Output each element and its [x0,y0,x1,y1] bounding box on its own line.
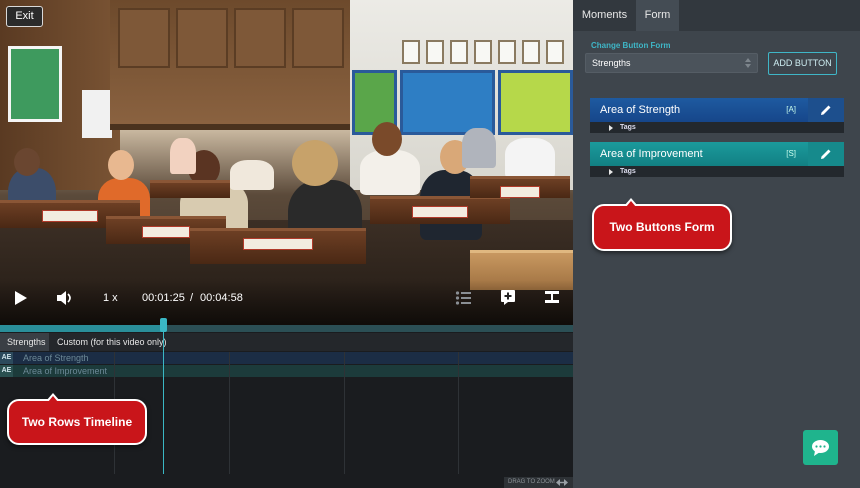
scene-desk-nametag [142,226,190,238]
change-form-label: Change Button Form [591,41,671,50]
play-icon[interactable] [14,290,28,306]
tab-form[interactable]: Form [636,0,679,31]
row-badge: AE [0,352,13,364]
time-current: 00:01:25 [142,292,185,304]
scene-desk-nametag [42,210,98,222]
shortcut-key: [A] [786,105,796,114]
scene-poster [8,46,62,122]
grid-line [458,352,459,474]
volume-icon[interactable] [56,290,74,306]
callout-text: Two Rows Timeline [21,415,133,429]
form-button-label: Area of Strength [600,104,681,116]
zoom-label: DRAG TO ZOOM [508,479,555,485]
scene-frame [546,40,564,64]
scene-frame [474,40,492,64]
zoom-arrows-icon [556,479,568,486]
grid-line [229,352,230,474]
progress-fill [0,325,164,332]
row-label: Area of Improvement [23,366,108,376]
edit-icon [821,149,831,159]
select-arrows-icon [745,58,751,68]
form-button-improvement[interactable]: Area of Improvement [S] [590,142,844,166]
caret-right-icon [609,125,613,131]
add-moment-icon[interactable] [500,289,516,305]
playhead-line [163,332,165,474]
tags-label: Tags [620,168,636,175]
timeline-tab-strengths[interactable]: Strengths [0,333,49,351]
grid-line [344,352,345,474]
scene-desk-nametag [500,186,540,198]
scene-board [498,70,573,135]
exit-button[interactable]: Exit [6,6,43,27]
progress-track[interactable] [0,325,573,332]
scene-desk-nametag [242,238,314,250]
scene-student [462,128,496,168]
timeline-row-strength[interactable]: AE Area of Strength [0,352,573,364]
scene-frame [498,40,516,64]
form-select[interactable]: Strengths [585,53,758,73]
edit-button[interactable] [808,142,844,166]
timeline-tab-custom[interactable]: Custom (for this video only) [50,333,174,351]
edit-button[interactable] [808,98,844,122]
scene-cabinet [110,0,350,130]
scene-cabinet-door [176,8,228,68]
scene-student [170,138,196,174]
edit-icon [821,105,831,115]
row-label: Area of Strength [23,353,89,363]
scene-frame [450,40,468,64]
scene-frame [426,40,444,64]
scene-student [505,138,555,178]
scene-desk [190,228,366,264]
add-button[interactable]: ADD BUTTON [768,52,837,75]
scene-student [230,160,274,190]
row-badge: AE [0,365,13,377]
callout-text: Two Buttons Form [609,220,715,234]
video-player[interactable]: Exit 1 x 00:01:25 / 00:04:58 [0,0,573,325]
scene-student [360,150,420,195]
scene-board [400,70,495,135]
scene-student-head [292,140,338,186]
caret-right-icon [609,169,613,175]
tags-label: Tags [620,124,636,131]
scene-frame [402,40,420,64]
scene-desk [470,176,570,198]
callout-tail [626,201,636,207]
chat-button[interactable] [803,430,838,465]
tags-toggle[interactable]: Tags [590,166,844,177]
scene-student-head [14,148,40,176]
time-separator: / [190,292,194,304]
split-icon[interactable] [544,289,560,305]
tab-moments[interactable]: Moments [573,0,636,31]
panel-tabs: Moments Form [573,0,860,31]
scene-desk-nametag [412,206,468,218]
scene-student-head [108,150,134,180]
scene-frame [522,40,540,64]
shortcut-key: [S] [786,149,796,158]
scene-desk [370,196,510,224]
callout-tail [48,396,58,402]
form-button-strength[interactable]: Area of Strength [A] [590,98,844,122]
form-select-value: Strengths [592,58,631,68]
chat-icon [812,440,829,456]
scene-cabinet-door [292,8,344,68]
callout-timeline: Two Rows Timeline [7,393,147,445]
scene-cabinet-door [234,8,286,68]
list-icon[interactable] [455,290,472,306]
timeline-tabs: Strengths Custom (for this video only) [0,333,573,351]
playback-speed[interactable]: 1 x [103,292,118,304]
playhead-handle[interactable] [160,318,168,332]
callout-form: Two Buttons Form [592,198,732,251]
app-window: Exit 1 x 00:01:25 / 00:04:58 Strengths C… [0,0,860,488]
tags-toggle[interactable]: Tags [590,122,844,133]
timeline-row-improvement[interactable]: AE Area of Improvement [0,365,573,377]
controls-shade [0,280,573,325]
scene-student-head [372,122,402,156]
time-total: 00:04:58 [200,292,243,304]
scene-desk [150,180,230,198]
scene-cabinet-door [118,8,170,68]
form-button-label: Area of Improvement [600,148,703,160]
scene-paper [82,90,112,138]
